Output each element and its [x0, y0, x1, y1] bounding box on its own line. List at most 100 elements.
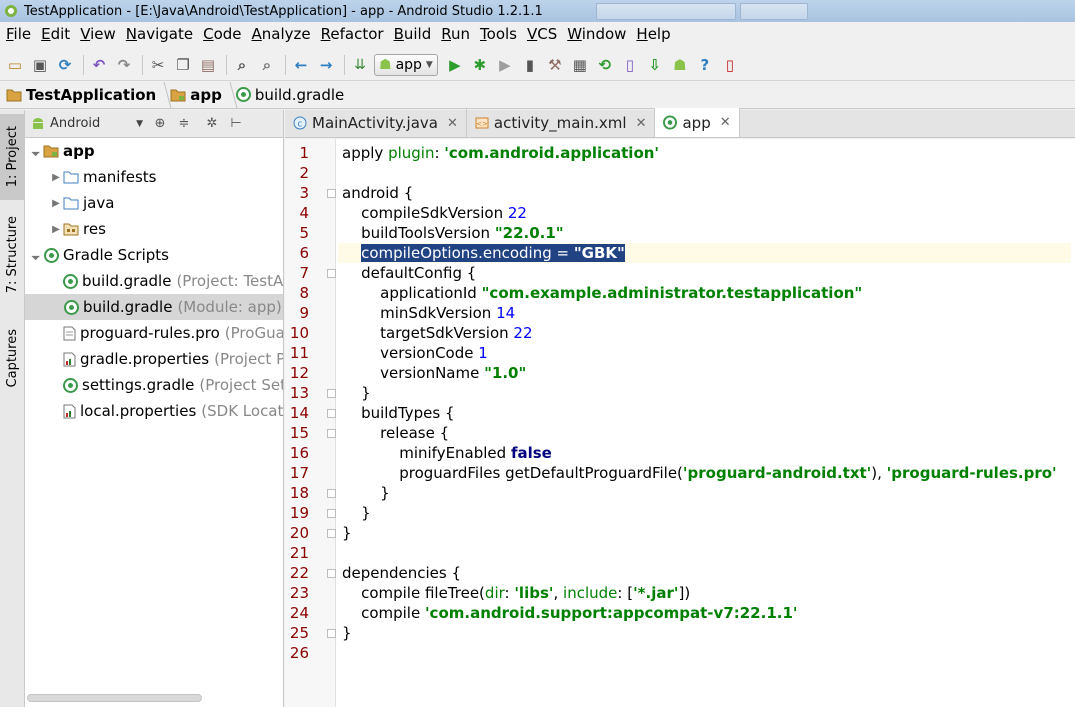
- menu-view[interactable]: View: [76, 25, 122, 43]
- menu-navigate[interactable]: Navigate: [122, 25, 199, 43]
- code-line[interactable]: }: [342, 623, 1075, 643]
- tree-item[interactable]: ▶ manifests: [25, 164, 283, 190]
- breadcrumb-project[interactable]: TestApplication: [6, 86, 164, 104]
- code-line[interactable]: versionCode 1: [342, 343, 1075, 363]
- code-line[interactable]: }: [342, 503, 1075, 523]
- tree-item[interactable]: local.properties(SDK Locatio: [25, 398, 283, 424]
- tree-item[interactable]: ▶ java: [25, 190, 283, 216]
- menu-build[interactable]: Build: [390, 25, 438, 43]
- code-line[interactable]: applicationId "com.example.administrator…: [342, 283, 1075, 303]
- code-editor[interactable]: 1 2 3 4 5 6 7 8 9 10 11 12 13 14 15 16 17 18 19 20 21 22 23 24 2…: [285, 139, 1075, 707]
- sdk-manager-icon[interactable]: ▦: [569, 54, 591, 76]
- code-line[interactable]: versionName "1.0": [342, 363, 1075, 383]
- gear-icon[interactable]: ✲: [205, 116, 219, 131]
- collapsed-arrow-icon[interactable]: ▶: [49, 172, 63, 183]
- sync-icon[interactable]: ⟳: [54, 54, 76, 76]
- code-line[interactable]: compile 'com.android.support:appcompat-v…: [342, 603, 1075, 623]
- code-line[interactable]: buildTypes {: [342, 403, 1075, 423]
- tool-tab-project[interactable]: 1: Project: [0, 114, 24, 200]
- menu-help[interactable]: Help: [632, 25, 676, 43]
- tool-tab-captures[interactable]: Captures: [0, 318, 24, 398]
- menu-code[interactable]: Code: [199, 25, 247, 43]
- tree-item[interactable]: proguard-rules.pro(ProGuar: [25, 320, 283, 346]
- code-line[interactable]: [342, 543, 1075, 563]
- code-line[interactable]: defaultConfig {: [342, 263, 1075, 283]
- tree-item[interactable]: build.gradle (Project: TestAp: [25, 268, 283, 294]
- fold-end-marker-icon[interactable]: [327, 629, 336, 638]
- collapsed-arrow-icon[interactable]: ▶: [49, 224, 63, 235]
- coverage-icon[interactable]: ▶: [494, 54, 516, 76]
- horizontal-scrollbar[interactable]: [27, 694, 202, 702]
- redo-icon[interactable]: ↷: [113, 54, 135, 76]
- fold-marker-icon[interactable]: [327, 429, 336, 438]
- expanded-arrow-icon[interactable]: ◢: [28, 143, 44, 159]
- menu-tools[interactable]: Tools: [476, 25, 523, 43]
- gradle-sync-icon[interactable]: ⟲: [594, 54, 616, 76]
- menu-file[interactable]: File: [2, 25, 37, 43]
- editor-tab[interactable]: c MainActivity.java ✕: [285, 109, 467, 137]
- code-line[interactable]: }: [342, 523, 1075, 543]
- run-config-select[interactable]: ☗ app ▼: [374, 53, 438, 76]
- code-line[interactable]: targetSdkVersion 22: [342, 323, 1075, 343]
- taskbar-tab[interactable]: [740, 3, 808, 20]
- fold-end-marker-icon[interactable]: [327, 389, 336, 398]
- code-line[interactable]: }: [342, 383, 1075, 403]
- tree-item[interactable]: ◢ app: [25, 138, 283, 164]
- editor-tab[interactable]: app ✕: [655, 108, 740, 137]
- replace-icon[interactable]: ⌕: [256, 54, 278, 76]
- cut-icon[interactable]: ✂: [147, 54, 169, 76]
- open-icon[interactable]: ▭: [4, 54, 26, 76]
- run-icon[interactable]: ▶: [444, 54, 466, 76]
- close-icon[interactable]: ✕: [720, 115, 731, 130]
- tree-item[interactable]: build.gradle (Module: app): [25, 294, 283, 320]
- code-line[interactable]: android {: [342, 183, 1075, 203]
- code-line[interactable]: compile fileTree(dir: 'libs', include: […: [342, 583, 1075, 603]
- code-line[interactable]: [342, 643, 1075, 663]
- code-line[interactable]: dependencies {: [342, 563, 1075, 583]
- fold-marker-icon[interactable]: [327, 269, 336, 278]
- collapsed-arrow-icon[interactable]: ▶: [49, 198, 63, 209]
- undo-icon[interactable]: ↶: [88, 54, 110, 76]
- paste-icon[interactable]: ▤: [197, 54, 219, 76]
- find-icon[interactable]: ⌕: [231, 54, 253, 76]
- menu-window[interactable]: Window: [563, 25, 632, 43]
- breadcrumb-file[interactable]: build.gradle: [235, 86, 352, 104]
- device-monitor-icon[interactable]: ▯: [719, 54, 741, 76]
- code-line[interactable]: compileSdkVersion 22: [342, 203, 1075, 223]
- taskbar-tab[interactable]: [596, 3, 736, 20]
- menu-edit[interactable]: Edit: [37, 25, 76, 43]
- tree-item[interactable]: ▶ res: [25, 216, 283, 242]
- code-line[interactable]: release {: [342, 423, 1075, 443]
- menu-run[interactable]: Run: [437, 25, 476, 43]
- save-icon[interactable]: ▣: [29, 54, 51, 76]
- avd-manager-icon[interactable]: ▯: [619, 54, 641, 76]
- forward-icon[interactable]: →: [315, 54, 337, 76]
- fold-end-marker-icon[interactable]: [327, 529, 336, 538]
- project-structure-icon[interactable]: ⚒: [544, 54, 566, 76]
- copy-icon[interactable]: ❐: [172, 54, 194, 76]
- tree-item[interactable]: settings.gradle(Project Setti: [25, 372, 283, 398]
- scroll-from-source-icon[interactable]: ⊕: [153, 116, 167, 131]
- fold-marker-icon[interactable]: [327, 189, 336, 198]
- code-line[interactable]: apply plugin: 'com.android.application': [342, 143, 1075, 163]
- code-line[interactable]: compileOptions.encoding = "GBK": [338, 243, 1071, 263]
- code-line[interactable]: [342, 163, 1075, 183]
- sdk-icon[interactable]: ⇩: [644, 54, 666, 76]
- expanded-arrow-icon[interactable]: ◢: [28, 247, 44, 263]
- fold-marker-icon[interactable]: [327, 569, 336, 578]
- tree-item[interactable]: gradle.properties(Project Pr: [25, 346, 283, 372]
- fold-marker-icon[interactable]: [327, 409, 336, 418]
- android-monitor-icon[interactable]: ☗: [669, 54, 691, 76]
- close-icon[interactable]: ✕: [636, 116, 647, 131]
- code-line[interactable]: minifyEnabled false: [342, 443, 1075, 463]
- fold-end-marker-icon[interactable]: [327, 509, 336, 518]
- back-icon[interactable]: ←: [290, 54, 312, 76]
- fold-end-marker-icon[interactable]: [327, 489, 336, 498]
- help-icon[interactable]: ?: [694, 54, 716, 76]
- hide-panel-icon[interactable]: ⊢: [229, 116, 243, 131]
- menu-refactor[interactable]: Refactor: [317, 25, 390, 43]
- attach-debugger-icon[interactable]: ▮: [519, 54, 541, 76]
- breadcrumb-module[interactable]: app: [170, 86, 230, 104]
- menu-analyze[interactable]: Analyze: [248, 25, 317, 43]
- close-icon[interactable]: ✕: [447, 116, 458, 131]
